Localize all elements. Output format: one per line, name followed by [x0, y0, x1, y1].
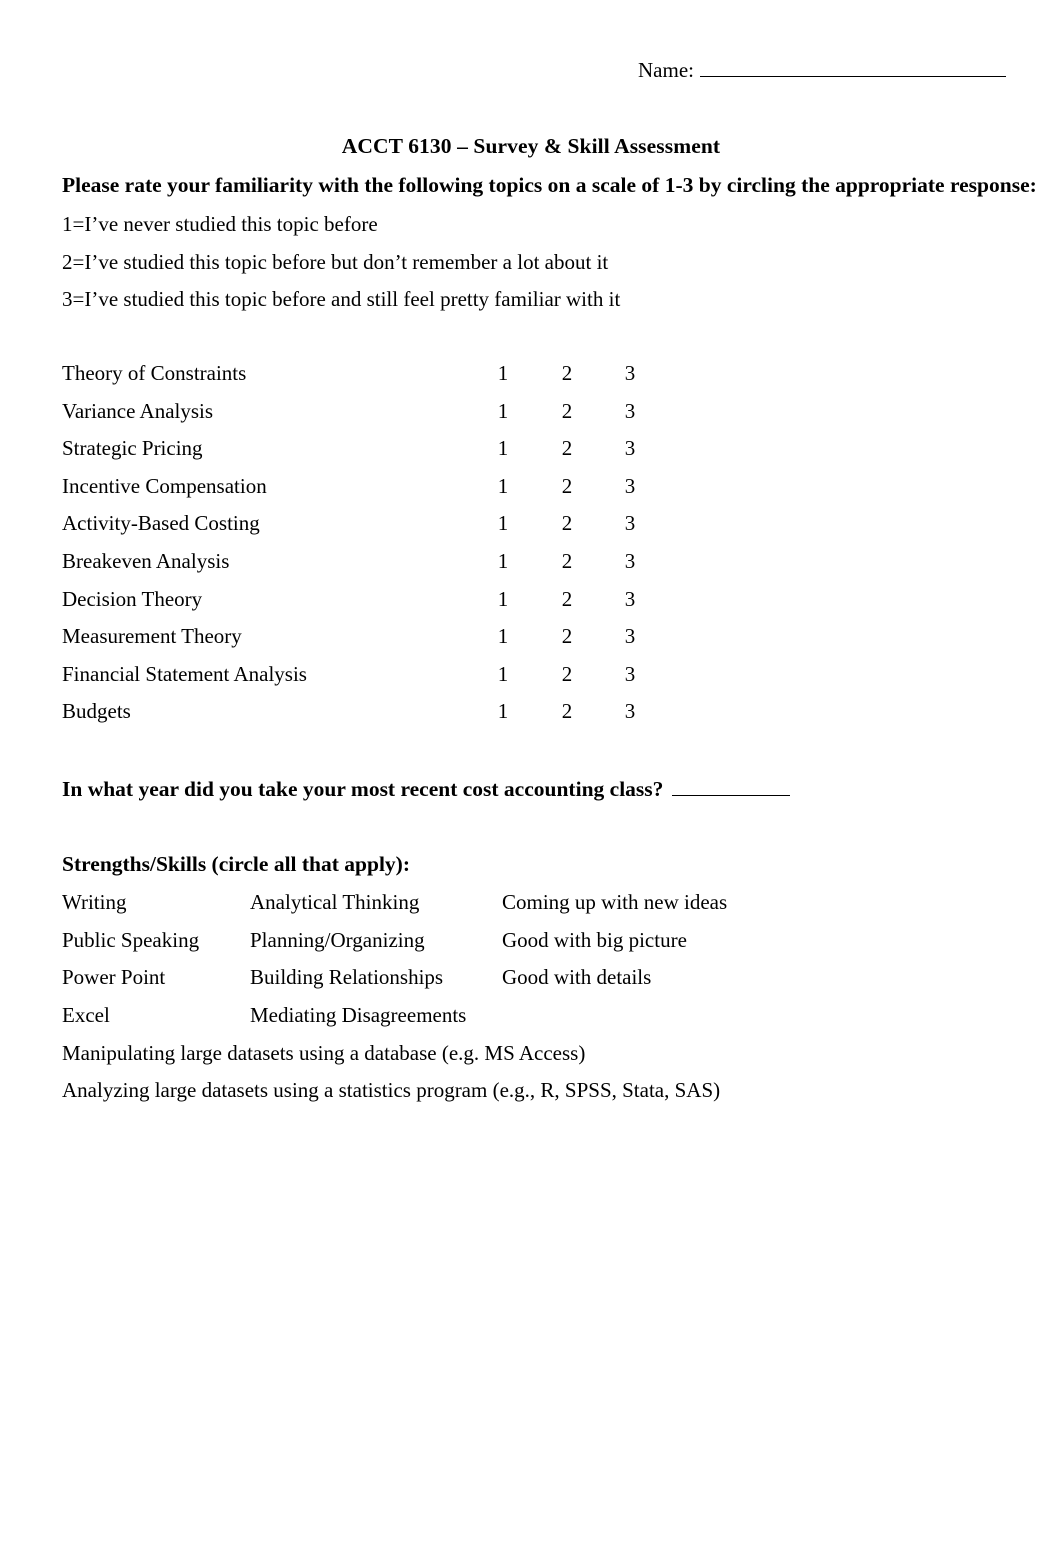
topic-label: Measurement Theory [62, 624, 242, 649]
topic-label: Activity-Based Costing [62, 511, 260, 536]
rating-option-1[interactable]: 1 [492, 473, 514, 499]
rating-option-3[interactable]: 3 [619, 473, 641, 499]
skill-option[interactable]: Excel [62, 1002, 110, 1028]
rating-option-3[interactable]: 3 [619, 435, 641, 461]
scale-definition-1: 1=I’ve never studied this topic before [62, 212, 378, 236]
rating-option-2[interactable]: 2 [556, 360, 578, 386]
skills-section-heading: Strengths/Skills (circle all that apply)… [62, 852, 410, 876]
skill-option[interactable]: Writing [62, 889, 126, 915]
topic-label: Breakeven Analysis [62, 548, 230, 573]
skill-option-statistics[interactable]: Analyzing large datasets using a statist… [62, 1077, 720, 1103]
skill-option-database[interactable]: Manipulating large datasets using a data… [62, 1040, 585, 1066]
rating-option-1[interactable]: 1 [492, 510, 514, 536]
rating-option-2[interactable]: 2 [556, 548, 578, 574]
topic-rating-list: Theory of Constraints 1 2 3 Variance Ana… [62, 360, 662, 736]
skill-option[interactable]: Good with details [502, 964, 651, 990]
rating-option-1[interactable]: 1 [492, 623, 514, 649]
rating-option-3[interactable]: 3 [619, 661, 641, 687]
table-row: Financial Statement Analysis 1 2 3 [62, 661, 662, 699]
skill-option[interactable]: Building Relationships [250, 964, 443, 990]
list-item: Power Point Building Relationships Good … [62, 964, 782, 1002]
document-page: Name: ACCT 6130 – Survey & Skill Assessm… [0, 0, 1062, 1556]
rating-option-2[interactable]: 2 [556, 473, 578, 499]
name-input-blank[interactable] [699, 59, 1006, 77]
topic-label: Financial Statement Analysis [62, 661, 307, 686]
topic-label: Theory of Constraints [62, 361, 247, 385]
rating-option-1[interactable]: 1 [492, 360, 514, 386]
rating-option-3[interactable]: 3 [619, 548, 641, 574]
rating-option-3[interactable]: 3 [619, 586, 641, 612]
list-item: Excel Mediating Disagreements [62, 1002, 782, 1040]
rating-option-3[interactable]: 3 [619, 398, 641, 424]
table-row: Incentive Compensation 1 2 3 [62, 473, 662, 511]
name-label: Name: [638, 58, 694, 82]
rating-option-2[interactable]: 2 [556, 398, 578, 424]
rating-option-3[interactable]: 3 [619, 510, 641, 536]
instructions-lead: Please rate your familiarity with the fo… [62, 173, 1037, 197]
skill-option[interactable]: Analytical Thinking [250, 889, 419, 915]
rating-option-1[interactable]: 1 [492, 586, 514, 612]
skill-option[interactable]: Planning/Organizing [250, 927, 425, 953]
list-item: Public Speaking Planning/Organizing Good… [62, 927, 782, 965]
rating-option-3[interactable]: 3 [619, 698, 641, 724]
rating-option-1[interactable]: 1 [492, 548, 514, 574]
year-question-row: In what year did you take your most rece… [62, 776, 791, 803]
skill-option[interactable]: Good with big picture [502, 927, 687, 953]
table-row: Measurement Theory 1 2 3 [62, 623, 662, 661]
table-row: Budgets 1 2 3 [62, 698, 662, 736]
name-field-row: Name: [638, 57, 1006, 83]
topic-label: Decision Theory [62, 586, 203, 611]
skill-option[interactable]: Power Point [62, 964, 165, 990]
topic-label: Variance Analysis [62, 398, 214, 423]
rating-option-2[interactable]: 2 [556, 586, 578, 612]
scale-definition-2: 2=I’ve studied this topic before but don… [62, 250, 609, 274]
rating-option-2[interactable]: 2 [556, 435, 578, 461]
page-title: ACCT 6130 – Survey & Skill Assessment [341, 134, 721, 158]
skills-grid: Writing Analytical Thinking Coming up wi… [62, 889, 782, 1039]
rating-option-2[interactable]: 2 [556, 661, 578, 687]
topic-label: Strategic Pricing [62, 436, 203, 461]
list-item: Writing Analytical Thinking Coming up wi… [62, 889, 782, 927]
table-row: Breakeven Analysis 1 2 3 [62, 548, 662, 586]
rating-option-1[interactable]: 1 [492, 698, 514, 724]
table-row: Decision Theory 1 2 3 [62, 586, 662, 624]
year-answer-blank[interactable] [672, 778, 791, 796]
scale-definition-3: 3=I’ve studied this topic before and sti… [62, 287, 621, 311]
rating-option-3[interactable]: 3 [619, 623, 641, 649]
skill-option[interactable]: Mediating Disagreements [250, 1002, 466, 1028]
rating-option-1[interactable]: 1 [492, 398, 514, 424]
year-question-label: In what year did you take your most rece… [62, 777, 664, 801]
rating-option-2[interactable]: 2 [556, 623, 578, 649]
skill-option[interactable]: Public Speaking [62, 927, 199, 953]
rating-option-1[interactable]: 1 [492, 435, 514, 461]
rating-option-1[interactable]: 1 [492, 661, 514, 687]
skill-option[interactable]: Coming up with new ideas [502, 889, 727, 915]
topic-label: Budgets [62, 699, 131, 724]
rating-option-2[interactable]: 2 [556, 510, 578, 536]
topic-label: Incentive Compensation [62, 473, 267, 498]
table-row: Theory of Constraints 1 2 3 [62, 360, 662, 398]
table-row: Activity-Based Costing 1 2 3 [62, 510, 662, 548]
table-row: Variance Analysis 1 2 3 [62, 398, 662, 436]
rating-option-2[interactable]: 2 [556, 698, 578, 724]
rating-option-3[interactable]: 3 [619, 360, 641, 386]
table-row: Strategic Pricing 1 2 3 [62, 435, 662, 473]
